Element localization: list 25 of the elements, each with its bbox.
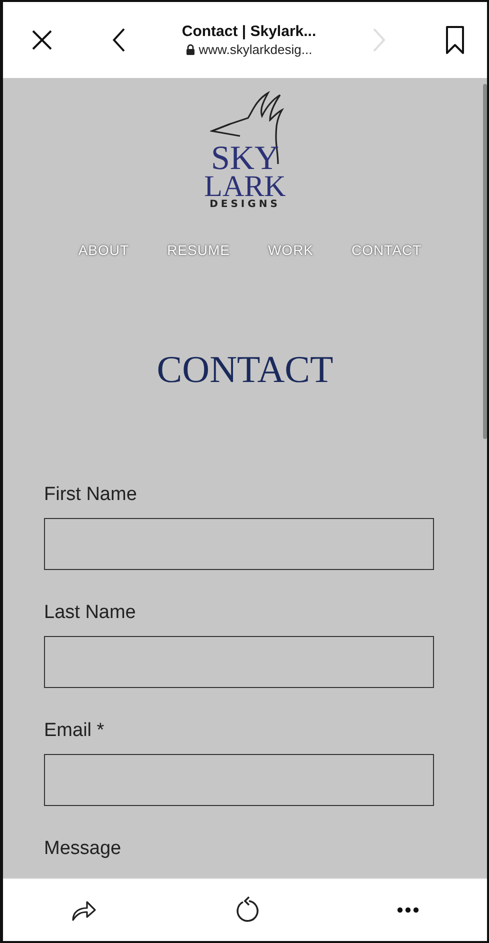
more-icon [396, 907, 419, 913]
field-label: Last Name [44, 602, 137, 624]
input-field[interactable] [44, 754, 434, 806]
input-field[interactable] [44, 636, 434, 688]
forward-icon [372, 27, 386, 53]
nav-link[interactable]: WORK [268, 242, 314, 258]
close-icon [31, 29, 53, 51]
logo-text: SKY [210, 142, 280, 176]
nav-link[interactable]: RESUME [167, 242, 230, 258]
nav-link[interactable]: ABOUT [78, 242, 130, 258]
input-field[interactable] [44, 518, 434, 570]
scrollbar[interactable] [483, 84, 487, 439]
page-heading: CONTACT [156, 348, 334, 392]
back-icon [112, 27, 126, 53]
field-label: Email * [44, 720, 106, 742]
lock-icon [186, 44, 195, 55]
field-label: First Name [44, 484, 138, 506]
url-text: www.skylarkdesig... [198, 42, 312, 57]
nav-link[interactable]: CONTACT [352, 242, 422, 258]
logo-tagline: DESIGNS [208, 200, 282, 210]
field-label: Message [44, 838, 122, 860]
reload-icon [234, 896, 260, 924]
share-icon [71, 898, 98, 922]
page-title: Contact | Skylark... [182, 23, 316, 40]
bookmark-icon [445, 25, 465, 55]
